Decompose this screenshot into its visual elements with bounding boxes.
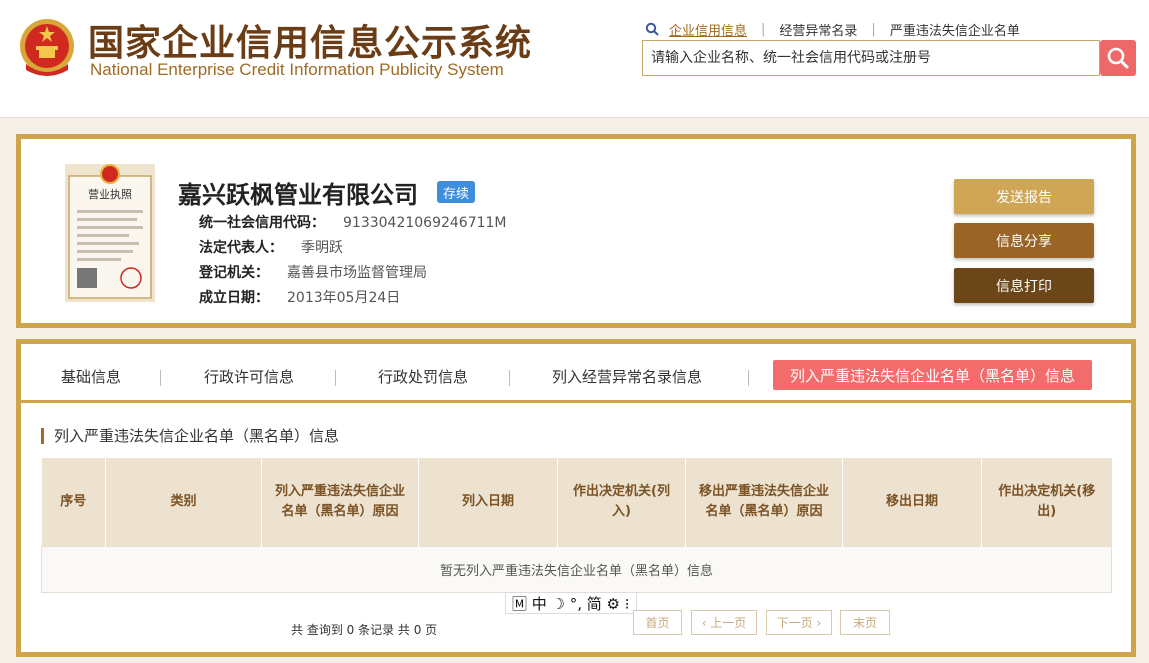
authority-label: 登记机关： [199,265,269,281]
site-title: 国家企业信用信息公示系统 [88,23,533,64]
search-button[interactable] [1100,40,1136,76]
search-input[interactable] [643,41,1099,75]
first-page-button[interactable]: 首页 [633,610,682,635]
nav-enterprise-credit[interactable]: 企业信用信息 [669,20,747,39]
site-subtitle: National Enterprise Credit Information P… [90,60,504,79]
tab-basic-info[interactable]: 基础信息 [61,366,121,387]
table-header-row: 序号 类别 列入严重违法失信企业名单（黑名单）原因 列入日期 作出决定机关(列入… [41,458,1112,546]
search-icon [645,22,659,36]
company-name: 嘉兴跃枫管业有限公司 [178,181,418,209]
blacklist-table: 序号 类别 列入严重违法失信企业名单（黑名单）原因 列入日期 作出决定机关(列入… [41,458,1112,593]
nav-abnormal-list[interactable]: 经营异常名录 [779,20,857,39]
tab-admin-penalty[interactable]: 行政处罚信息 [378,366,468,387]
credit-code-label: 统一社会信用代码： [199,215,325,231]
info-panel: 基础信息 行政许可信息 行政处罚信息 列入经营异常名录信息 列入严重违法失信企业… [16,339,1136,657]
ime-toolbar[interactable]: 🄼 中 ☽ °, 简 ⚙ ⁝ [505,592,637,614]
national-emblem-icon [20,19,74,76]
est-date-label: 成立日期： [199,290,269,306]
est-date-value: 2013年05月24日 [287,290,401,306]
legal-rep-row: 法定代表人： 季明跃 [199,237,343,257]
share-info-button[interactable]: 信息分享 [954,223,1094,258]
column-header: 序号 [41,458,106,546]
next-page-button[interactable]: 下一页 › [766,610,832,635]
status-badge: 存续 [437,181,475,203]
nav-separator: | [871,21,876,37]
nav-separator: | [761,21,766,37]
column-header: 作出决定机关(列入) [557,458,686,546]
prev-page-button[interactable]: ‹ 上一页 [691,610,757,635]
legal-rep-value: 季明跃 [301,240,343,256]
license-label: 营业执照 [88,187,132,201]
column-header: 类别 [105,458,262,546]
tab-bar: 基础信息 行政许可信息 行政处罚信息 列入经营异常名录信息 列入严重违法失信企业… [21,344,1131,403]
tab-separator [748,370,749,386]
column-header: 移出日期 [842,458,982,546]
print-info-button[interactable]: 信息打印 [954,268,1094,303]
magnifier-icon [1107,47,1129,69]
company-card: 营业执照 嘉兴跃枫管业有限公司 存续 统一社会信用代码： 913304210692… [16,134,1136,328]
empty-message: 暂无列入严重违法失信企业名单（黑名单）信息 [41,545,1112,593]
top-nav: 企业信用信息 | 经营异常名录 | 严重违法失信企业名单 [645,19,1020,39]
column-header: 移出严重违法失信企业名单（黑名单）原因 [685,458,843,546]
authority-value: 嘉善县市场监督管理局 [287,265,427,281]
tab-admin-license[interactable]: 行政许可信息 [204,366,294,387]
column-header: 作出决定机关(移出) [981,458,1112,546]
est-date-row: 成立日期： 2013年05月24日 [199,287,400,307]
column-header: 列入日期 [418,458,558,546]
tab-abnormal-list[interactable]: 列入经营异常名录信息 [552,366,702,387]
site-header: 国家企业信用信息公示系统 National Enterprise Credit … [0,0,1149,118]
credit-code-row: 统一社会信用代码： 91330421069246711M [199,212,507,232]
legal-rep-label: 法定代表人： [199,240,283,256]
pager-summary: 共 查询到 0 条记录 共 0 页 [291,623,438,637]
business-license-icon: 营业执照 [65,164,155,302]
tab-blacklist[interactable]: 列入严重违法失信企业名单（黑名单）信息 [773,360,1093,390]
table-row: 暂无列入严重违法失信企业名单（黑名单）信息 [41,545,1112,593]
tab-separator [509,370,510,386]
last-page-button[interactable]: 末页 [840,610,890,635]
send-report-button[interactable]: 发送报告 [954,179,1094,214]
column-header: 列入严重违法失信企业名单（黑名单）原因 [261,458,419,546]
authority-row: 登记机关： 嘉善县市场监督管理局 [199,262,427,282]
section-title: 列入严重违法失信企业名单（黑名单）信息 [41,428,339,444]
tab-separator [335,370,336,386]
tab-separator [160,370,161,386]
nav-blacklist[interactable]: 严重违法失信企业名单 [890,20,1020,39]
credit-code-value: 91330421069246711M [343,215,507,231]
search-box [642,40,1100,76]
